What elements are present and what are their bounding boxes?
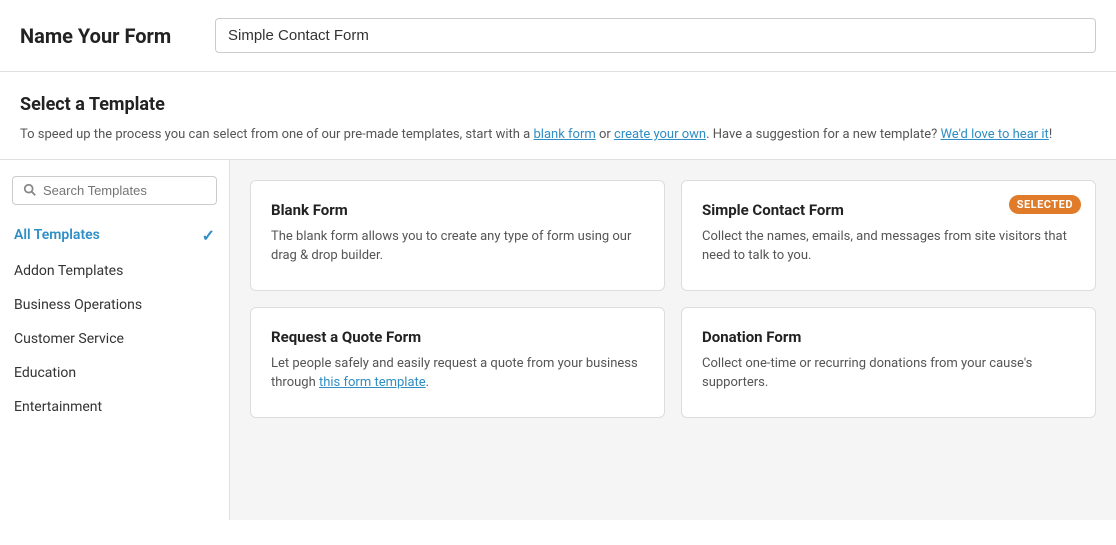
sidebar: All Templates ✓ Addon Templates Business…	[0, 160, 230, 520]
search-wrapper	[0, 176, 229, 217]
select-template-title: Select a Template	[20, 94, 1096, 115]
template-grid-wrapper: Blank Form The blank form allows you to …	[230, 160, 1116, 520]
search-input-container[interactable]	[12, 176, 217, 205]
search-icon	[23, 183, 37, 197]
sidebar-item-education[interactable]: Education	[0, 356, 229, 390]
sidebar-item-addon-templates[interactable]: Addon Templates	[0, 254, 229, 288]
sidebar-nav: All Templates ✓ Addon Templates Business…	[0, 217, 229, 424]
form-template-link[interactable]: this form template	[319, 375, 426, 390]
sidebar-item-label: Business Operations	[14, 297, 142, 313]
template-card-simple-contact[interactable]: Selected Simple Contact Form Collect the…	[681, 180, 1096, 291]
template-card-title: Request a Quote Form	[271, 328, 644, 346]
template-card-title: Donation Form	[702, 328, 1075, 346]
selected-badge: Selected	[1009, 195, 1081, 214]
main-content: All Templates ✓ Addon Templates Business…	[0, 160, 1116, 520]
sidebar-item-label: All Templates	[14, 227, 100, 243]
sidebar-item-customer-service[interactable]: Customer Service	[0, 322, 229, 356]
name-form-label: Name Your Form	[20, 24, 195, 48]
template-card-title: Blank Form	[271, 201, 644, 219]
template-card-desc: Collect one-time or recurring donations …	[702, 354, 1075, 393]
select-template-desc: To speed up the process you can select f…	[20, 125, 1096, 145]
check-icon: ✓	[202, 226, 215, 245]
sidebar-item-entertainment[interactable]: Entertainment	[0, 390, 229, 424]
sidebar-item-business-operations[interactable]: Business Operations	[0, 288, 229, 322]
template-card-desc: Let people safely and easily request a q…	[271, 354, 644, 393]
template-card-desc: Collect the names, emails, and messages …	[702, 227, 1075, 266]
sidebar-item-all-templates[interactable]: All Templates ✓	[0, 217, 229, 254]
blank-form-link[interactable]: blank form	[533, 127, 595, 142]
name-form-row: Name Your Form	[0, 0, 1116, 72]
sidebar-item-label: Customer Service	[14, 331, 124, 347]
select-template-section: Select a Template To speed up the proces…	[0, 72, 1116, 160]
sidebar-item-label: Addon Templates	[14, 263, 123, 279]
search-templates-input[interactable]	[43, 183, 206, 198]
template-card-request-quote[interactable]: Request a Quote Form Let people safely a…	[250, 307, 665, 418]
template-card-donation[interactable]: Donation Form Collect one-time or recurr…	[681, 307, 1096, 418]
sidebar-item-label: Entertainment	[14, 399, 102, 415]
template-card-desc: The blank form allows you to create any …	[271, 227, 644, 266]
template-grid: Blank Form The blank form allows you to …	[250, 180, 1096, 418]
create-your-own-link[interactable]: create your own	[614, 127, 706, 142]
template-card-blank-form[interactable]: Blank Form The blank form allows you to …	[250, 180, 665, 291]
page-wrapper: Name Your Form Select a Template To spee…	[0, 0, 1116, 545]
form-name-input[interactable]	[215, 18, 1096, 53]
sidebar-item-label: Education	[14, 365, 76, 381]
suggestion-link[interactable]: We'd love to hear it	[940, 127, 1048, 142]
